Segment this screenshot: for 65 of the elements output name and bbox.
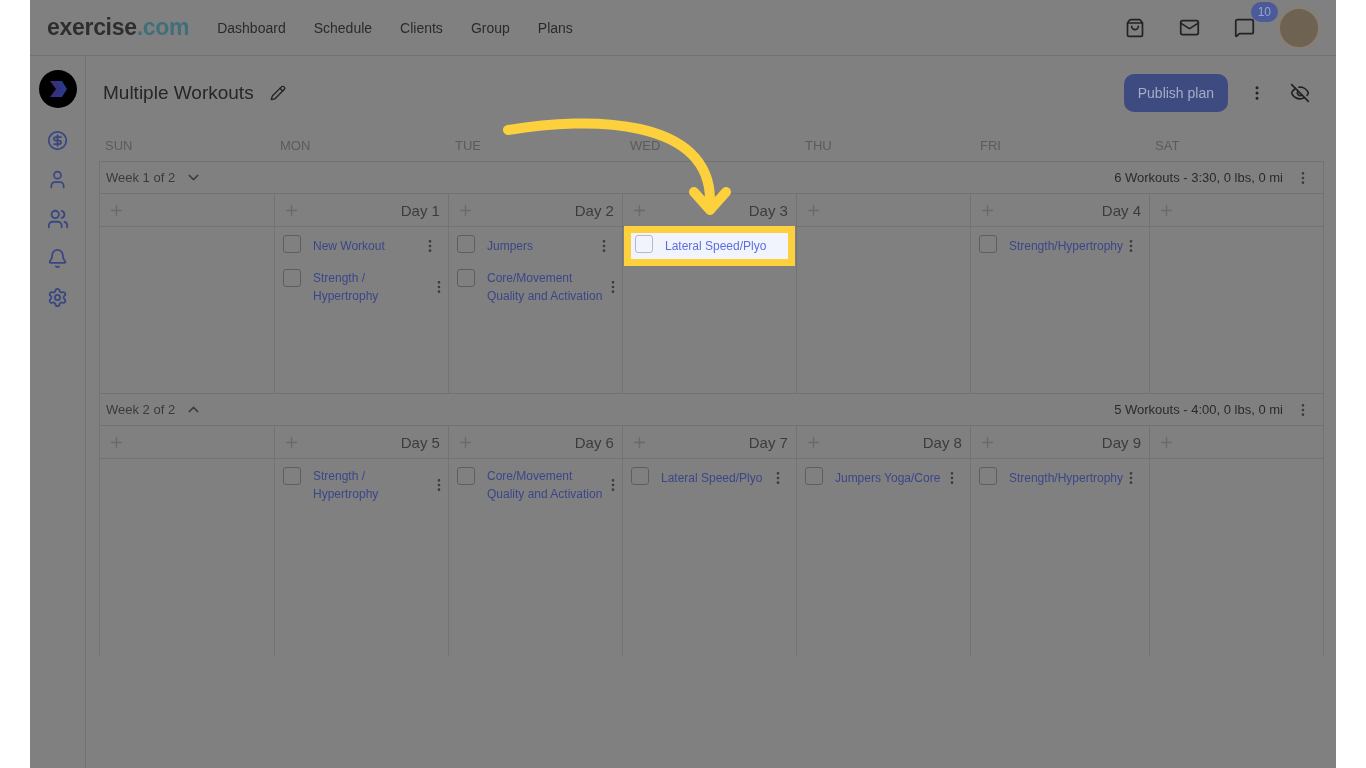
workout-link[interactable]: Strength/Hypertrophy <box>1008 469 1123 487</box>
workout-card[interactable]: Strength / Hypertrophy <box>275 465 448 505</box>
checkbox[interactable] <box>630 467 649 485</box>
day-label: Day 4 <box>1101 201 1141 219</box>
shopping-bag-icon[interactable] <box>1124 17 1145 38</box>
day-label: Day 8 <box>922 433 962 451</box>
workout-link[interactable]: Core/Movement Quality and Activation <box>486 269 605 305</box>
workout-card[interactable]: Core/Movement Quality and Activation <box>448 465 622 505</box>
week-summary: 6 Workouts - 3:30, 0 lbs, 0 mi <box>1114 170 1283 185</box>
mail-icon[interactable] <box>1178 17 1200 38</box>
settings-icon[interactable] <box>47 287 68 308</box>
workout-card[interactable]: Strength / Hypertrophy <box>275 267 448 307</box>
checkbox[interactable] <box>456 269 475 287</box>
workout-card[interactable]: Lateral Speed/Plyo <box>622 465 796 491</box>
day-label: Day 2 <box>574 201 614 219</box>
workout-card[interactable]: Strength/Hypertrophy <box>970 465 1149 491</box>
day-label: Day 7 <box>748 433 788 451</box>
checkbox[interactable] <box>456 467 475 485</box>
nav-link[interactable]: Group <box>470 19 510 36</box>
notification-badge: 10 <box>1250 1 1278 22</box>
checkbox[interactable] <box>283 269 301 287</box>
checkbox[interactable] <box>456 235 475 253</box>
workout-card[interactable]: New Workout <box>275 233 448 259</box>
workout-link[interactable]: Core/Movement Quality and Activation <box>486 467 605 503</box>
chat-icon[interactable] <box>1233 17 1255 38</box>
nav-link[interactable]: Plans <box>537 19 573 36</box>
workout-link[interactable]: Strength/Hypertrophy <box>1008 237 1123 255</box>
day-label: Day 3 <box>748 201 788 219</box>
edit-icon[interactable] <box>269 84 286 101</box>
app-logo[interactable] <box>38 70 77 108</box>
checkbox[interactable] <box>283 467 301 485</box>
week-label: Week 1 of 2 <box>106 170 176 185</box>
workout-link[interactable]: Lateral Speed/Plyo <box>660 469 763 487</box>
checkbox[interactable] <box>283 235 301 253</box>
day-label: Day 5 <box>400 433 440 451</box>
group-icon[interactable] <box>46 208 69 230</box>
dollar-icon[interactable] <box>47 130 68 151</box>
day-label: Day 6 <box>574 433 614 451</box>
workout-card[interactable]: Jumpers <box>448 233 622 259</box>
workout-link[interactable]: Jumpers Yoga/Core <box>834 469 941 487</box>
checkbox[interactable] <box>978 467 997 485</box>
nav-link[interactable]: Clients <box>400 19 443 36</box>
week-summary: 5 Workouts - 4:00, 0 lbs, 0 mi <box>1114 402 1283 417</box>
workout-link[interactable]: Strength / Hypertrophy <box>313 269 431 305</box>
checkbox[interactable] <box>634 235 653 253</box>
workout-card[interactable]: Jumpers Yoga/Core <box>796 465 970 491</box>
avatar[interactable] <box>1278 6 1320 49</box>
checkbox[interactable] <box>978 235 997 253</box>
checkbox[interactable] <box>804 467 823 485</box>
workout-card[interactable]: Strength/Hypertrophy <box>970 233 1149 259</box>
week-label: Week 2 of 2 <box>106 402 176 417</box>
plan-title: Multiple Workouts <box>103 81 254 104</box>
day-label: Day 1 <box>400 201 440 219</box>
nav-link[interactable]: Dashboard <box>217 19 286 36</box>
nav-link[interactable]: Schedule <box>313 19 373 36</box>
hidden-eye-icon[interactable] <box>1290 82 1310 103</box>
workout-link[interactable]: Strength / Hypertrophy <box>313 467 431 503</box>
brand-logo[interactable]: exercise.com <box>47 14 190 41</box>
workout-link[interactable]: Lateral Speed/Plyo <box>664 237 767 255</box>
bell-icon[interactable] <box>47 248 68 269</box>
workout-link[interactable]: New Workout <box>313 237 385 255</box>
publish-plan-button[interactable]: Publish plan <box>1123 73 1228 112</box>
workout-card[interactable]: Core/Movement Quality and Activation <box>448 267 622 307</box>
workout-link[interactable]: Jumpers <box>486 237 533 255</box>
day-label: Day 9 <box>1101 433 1141 451</box>
